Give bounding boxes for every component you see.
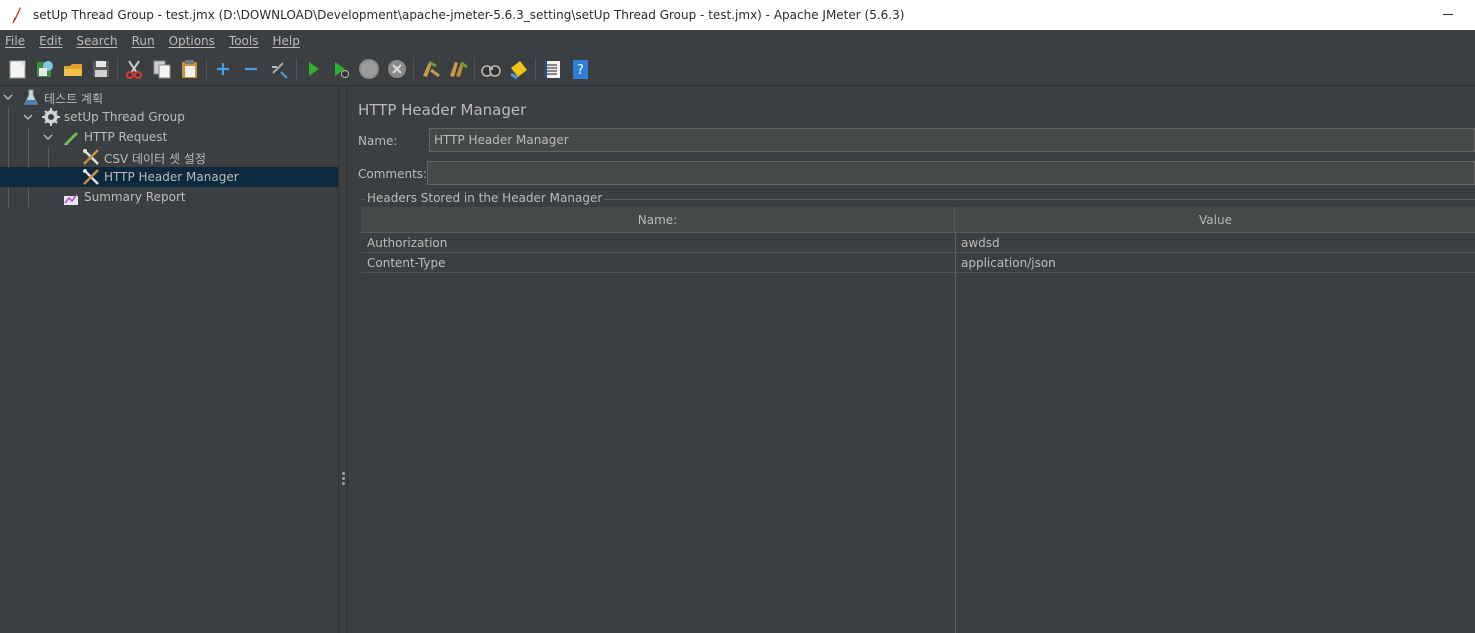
clear-all-icon[interactable] [447, 58, 469, 80]
chevron-down-icon[interactable] [23, 112, 33, 122]
name-label: Name: [358, 134, 398, 148]
header-value-cell[interactable]: application/json [961, 253, 1056, 273]
name-field[interactable]: HTTP Header Manager [429, 128, 1475, 152]
svg-text:?: ? [577, 63, 584, 78]
toggle-icon[interactable] [268, 58, 290, 80]
new-icon[interactable] [7, 58, 29, 80]
search-icon[interactable] [480, 58, 502, 80]
toolbar-separator [296, 58, 297, 80]
templates-icon[interactable] [34, 58, 56, 80]
column-divider [955, 233, 956, 633]
tree-item-csv-data-set[interactable]: CSV 데이터 셋 설정 [0, 147, 338, 167]
config-tools-icon [83, 149, 99, 165]
toolbar-separator [206, 58, 207, 80]
test-plan-icon [24, 89, 38, 105]
comments-label: Comments: [358, 167, 428, 181]
drag-handle-icon[interactable] [342, 472, 345, 486]
open-icon[interactable] [62, 58, 84, 80]
column-header-name[interactable]: Name: [361, 207, 955, 233]
tree-item-http-request[interactable]: HTTP Request [0, 127, 338, 147]
cut-icon[interactable] [123, 58, 145, 80]
tree-item-label: HTTP Request [84, 130, 168, 144]
chevron-down-icon[interactable] [3, 92, 13, 102]
toolbar-separator [535, 58, 536, 80]
clear-icon[interactable] [419, 58, 441, 80]
menu-options[interactable]: Options [169, 34, 215, 48]
help-icon[interactable]: ? [569, 58, 591, 80]
header-name-cell[interactable]: Authorization [367, 233, 447, 253]
shutdown-icon[interactable] [386, 58, 408, 80]
config-tools-icon [83, 169, 99, 185]
test-plan-tree: 테스트 계획 setUp Thread Group HTTP Request C… [0, 87, 338, 633]
comments-field[interactable] [427, 161, 1475, 185]
reset-search-icon[interactable] [508, 58, 530, 80]
tree-item-label: Summary Report [84, 190, 186, 204]
start-icon[interactable] [302, 58, 324, 80]
copy-icon[interactable] [151, 58, 173, 80]
listener-chart-icon [64, 193, 78, 205]
jmeter-feather-icon [10, 6, 24, 24]
title-bar: setUp Thread Group - test.jmx (D:\DOWNLO… [0, 0, 1475, 30]
tree-item-setup-thread-group[interactable]: setUp Thread Group [0, 107, 338, 127]
split-pane-divider[interactable] [338, 87, 348, 633]
tree-item-label: HTTP Header Manager [104, 170, 239, 184]
tree-item-test-plan[interactable]: 테스트 계획 [0, 87, 338, 107]
headers-table: Name: Value Authorization awdsd Content-… [361, 207, 1475, 633]
table-row[interactable]: Content-Type application/json [361, 253, 1475, 273]
toolbar-separator [413, 58, 414, 80]
tree-item-label: setUp Thread Group [64, 110, 185, 124]
panel-title: HTTP Header Manager [358, 101, 527, 119]
menu-tools[interactable]: Tools [229, 34, 259, 48]
toolbar-separator [474, 58, 475, 80]
minimize-button[interactable] [1443, 7, 1457, 21]
toolbar-separator [117, 58, 118, 80]
column-header-value[interactable]: Value [956, 207, 1475, 233]
tree-item-label: 테스트 계획 [44, 92, 104, 106]
header-name-cell[interactable]: Content-Type [367, 253, 446, 273]
table-row[interactable]: Authorization awdsd [361, 233, 1475, 253]
menu-help[interactable]: Help [272, 34, 299, 48]
start-no-pauses-icon[interactable] [330, 58, 352, 80]
tree-item-summary-report[interactable]: Summary Report [0, 187, 338, 207]
function-helper-icon[interactable] [541, 58, 563, 80]
expand-icon[interactable] [212, 58, 234, 80]
menu-file[interactable]: File [5, 34, 25, 48]
sampler-pen-icon [64, 132, 78, 145]
thread-group-gear-icon [42, 108, 60, 126]
header-value-cell[interactable]: awdsd [961, 233, 1000, 253]
menu-edit[interactable]: Edit [39, 34, 62, 48]
headers-group-title: Headers Stored in the Header Manager [365, 191, 605, 205]
table-header: Name: Value [361, 207, 1475, 233]
collapse-icon[interactable] [240, 58, 262, 80]
paste-icon[interactable] [179, 58, 201, 80]
menu-search[interactable]: Search [76, 34, 117, 48]
stop-icon[interactable] [358, 58, 380, 80]
save-icon[interactable] [90, 58, 112, 80]
tree-item-label: CSV 데이터 셋 설정 [104, 152, 206, 166]
window-title: setUp Thread Group - test.jmx (D:\DOWNLO… [33, 8, 905, 22]
menu-run[interactable]: Run [132, 34, 155, 48]
table-body: Authorization awdsd Content-Type applica… [361, 233, 1475, 633]
menu-bar: File Edit Search Run Options Tools Help [0, 30, 1475, 52]
tree-item-http-header-manager[interactable]: HTTP Header Manager [0, 167, 338, 187]
chevron-down-icon[interactable] [43, 132, 53, 142]
element-config-panel: HTTP Header Manager Name: HTTP Header Ma… [349, 87, 1475, 633]
toolbar: ? [0, 52, 1475, 86]
